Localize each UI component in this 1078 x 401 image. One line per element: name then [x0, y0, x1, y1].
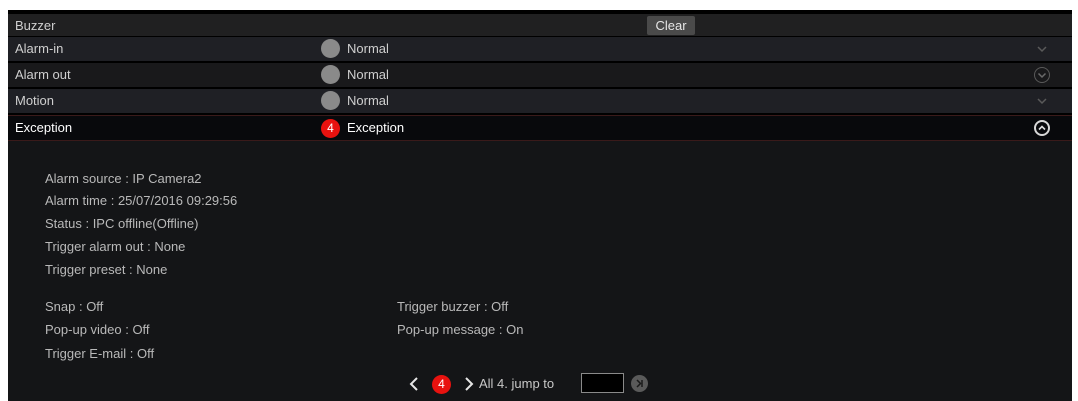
row-label: Motion [15, 93, 55, 108]
row-status: Exception [347, 120, 405, 135]
trigger-buzzer-text: Trigger buzzer : Off [397, 299, 509, 314]
popup-message-text: Pop-up message : On [397, 322, 524, 337]
row-label: Alarm-in [15, 41, 64, 56]
alarm-source-text: Alarm source : IP Camera2 [45, 171, 202, 186]
chevron-down-icon[interactable] [1034, 41, 1050, 57]
trigger-email-text: Trigger E-mail : Off [45, 346, 155, 361]
status-indicator-icon [321, 91, 340, 110]
chevron-up-icon[interactable] [1034, 120, 1050, 136]
row-label: Alarm out [15, 67, 71, 82]
row-status: Normal [347, 41, 389, 56]
status-indicator-icon [321, 39, 340, 58]
status-indicator-icon [321, 65, 340, 84]
row-label: Exception [15, 120, 73, 135]
exception-count-badge: 4 [321, 119, 340, 138]
buzzer-row: Buzzer Clear [8, 14, 1072, 36]
alarm-status-panel: Buzzer Clear Alarm-in Normal Alarm out N… [8, 10, 1072, 401]
alarm-row-exception[interactable]: Exception 4 Exception [8, 115, 1072, 141]
chevron-down-icon[interactable] [1034, 67, 1050, 83]
exception-detail-panel: Alarm source : IP Camera2 Alarm time : 2… [8, 141, 1072, 401]
chevron-left-icon[interactable] [408, 375, 420, 398]
alarm-row-alarm-out[interactable]: Alarm out Normal [8, 63, 1072, 87]
alarm-row-alarm-in[interactable]: Alarm-in Normal [8, 37, 1072, 61]
alarm-row-motion[interactable]: Motion Normal [8, 89, 1072, 113]
clear-button[interactable]: Clear [647, 16, 695, 35]
status-text: Status : IPC offline(Offline) [45, 216, 199, 231]
jump-to-page-input[interactable] [581, 373, 624, 393]
row-status: Normal [347, 93, 389, 108]
trigger-preset-text: Trigger preset : None [45, 262, 168, 277]
trigger-alarm-out-text: Trigger alarm out : None [45, 239, 186, 254]
snap-text: Snap : Off [45, 299, 104, 314]
row-status: Normal [347, 67, 389, 82]
chevron-right-icon[interactable] [463, 375, 475, 398]
skip-to-end-icon[interactable] [631, 375, 648, 392]
page-summary-text: All 4. jump to [479, 376, 555, 391]
chevron-down-icon[interactable] [1034, 93, 1050, 109]
popup-video-text: Pop-up video : Off [45, 322, 150, 337]
pagination: 4 All 4. jump to [8, 373, 1072, 395]
buzzer-label: Buzzer [15, 18, 56, 33]
current-page-badge: 4 [432, 375, 451, 394]
alarm-time-text: Alarm time : 25/07/2016 09:29:56 [45, 193, 238, 208]
